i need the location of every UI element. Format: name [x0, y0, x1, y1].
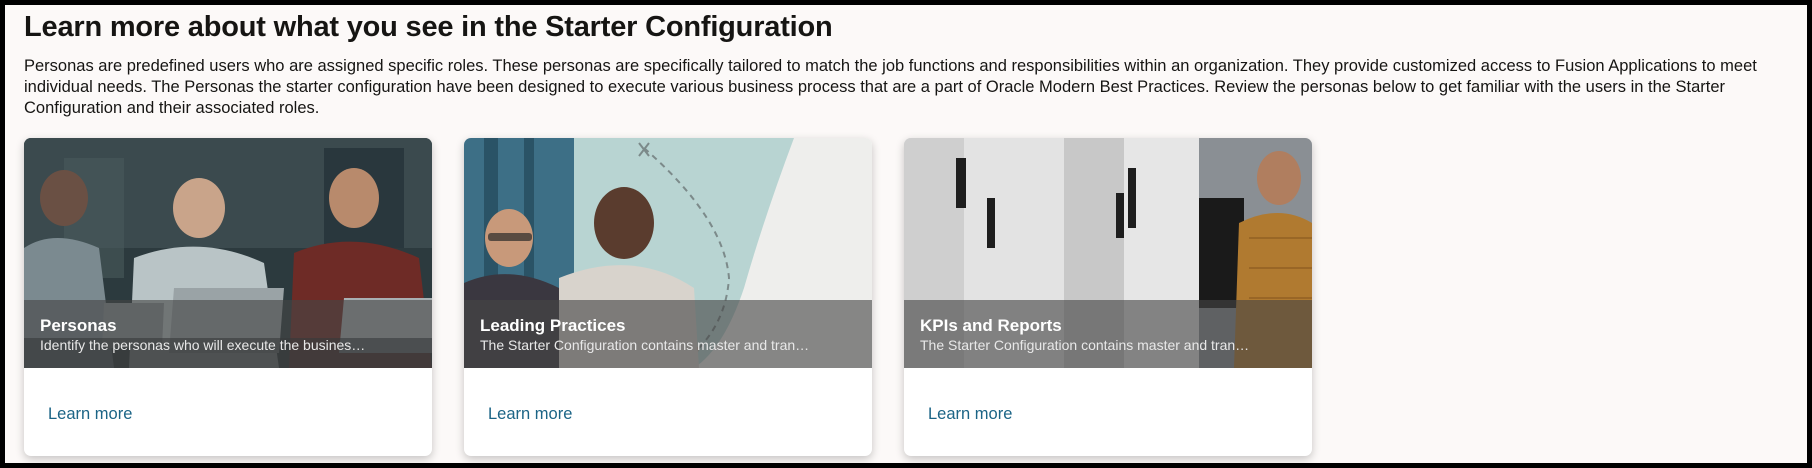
card-title: Personas [40, 316, 117, 335]
card-personas: Personas Identify the personas who will … [24, 138, 432, 456]
card-title: KPIs and Reports [920, 316, 1062, 335]
card-subtitle: Identify the personas who will execute t… [40, 337, 370, 353]
card-subtitle: The Starter Configuration contains maste… [480, 337, 810, 353]
card-subtitle: The Starter Configuration contains maste… [920, 337, 1250, 353]
page-title: Learn more about what you see in the Sta… [24, 11, 833, 43]
card-leading-practices: Leading Practices The Starter Configurat… [464, 138, 872, 456]
card-kpis-and-reports: KPIs and Reports The Starter Configurati… [904, 138, 1312, 456]
learn-more-link[interactable]: Learn more [48, 405, 132, 424]
page-frame: Learn more about what you see in the Sta… [5, 5, 1807, 463]
card-title: Leading Practices [480, 316, 626, 335]
learn-more-link[interactable]: Learn more [488, 405, 572, 424]
learn-more-link[interactable]: Learn more [928, 405, 1012, 424]
page-description: Personas are predefined users who are as… [24, 57, 1757, 117]
